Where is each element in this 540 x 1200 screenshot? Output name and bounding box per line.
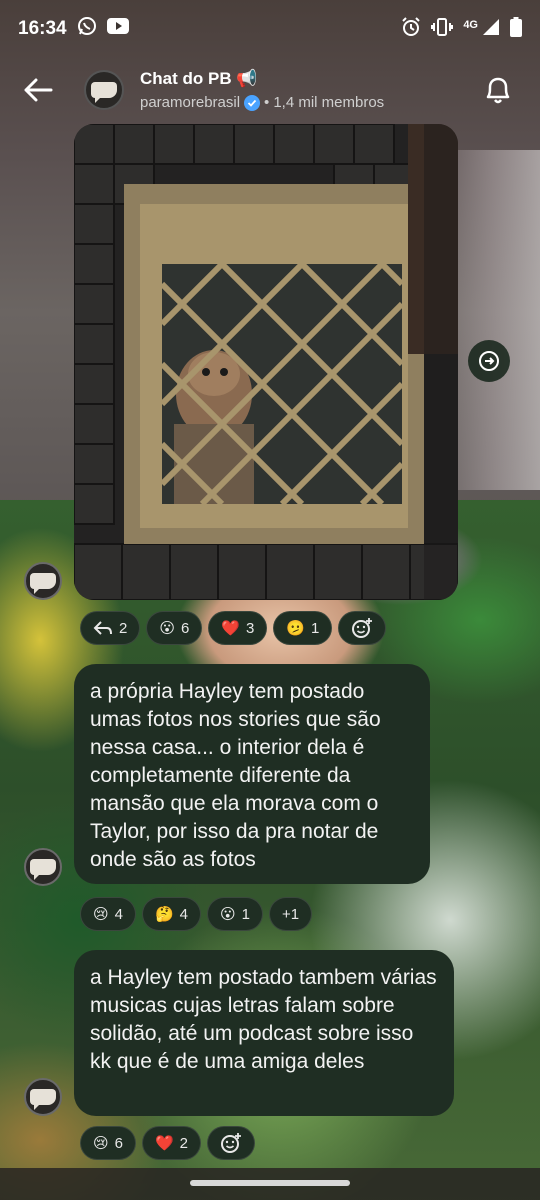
add-reaction-button[interactable] [338,611,387,645]
reaction-count: 6 [114,1134,123,1152]
status-time: 16:34 [18,18,67,39]
message-text: a própria Hayley tem postado umas fotos … [90,680,381,871]
battery-icon [510,16,522,42]
message-bubble[interactable]: a própria Hayley tem postado umas fotos … [74,664,430,884]
notifications-button[interactable] [478,70,518,110]
reactions-row: 😢 4 🤔 4 😮 1 +1 [80,897,313,931]
reaction-chip[interactable]: 🤔 4 [141,897,202,931]
sender-avatar[interactable] [24,848,62,886]
message-image[interactable] [74,124,458,600]
house-window-photo [74,124,458,600]
channel-subtitle: paramorebrasil • 1,4 mil membros [140,94,384,111]
speech-bubble-logo-icon [30,859,56,880]
signal-icon [482,18,500,41]
reaction-chip[interactable]: 😢 4 [80,897,136,931]
alarm-icon [401,16,421,42]
reaction-emoji: 😮 [220,905,236,923]
reaction-chip[interactable]: ❤️ 3 [208,611,268,645]
reaction-count: 6 [180,619,190,637]
add-emoji-icon [221,1133,242,1153]
reaction-count: 1 [241,905,250,923]
reaction-chip[interactable]: 😢 6 [80,1126,136,1160]
reaction-count: 4 [179,905,189,923]
reaction-emoji: 😮 [159,619,175,637]
verified-badge-icon [244,94,261,111]
reaction-count: +1 [282,905,300,923]
reaction-emoji: 😢 [93,1134,109,1152]
add-reaction-button[interactable] [207,1126,256,1160]
message-bubble[interactable]: a Hayley tem postado tambem várias music… [74,950,454,1116]
speech-bubble-logo-icon [30,1089,56,1110]
reaction-chip[interactable]: 😮 1 [207,897,263,931]
reaction-emoji: ❤️ [154,1134,174,1152]
channel-title: Chat do PB 📢 [140,69,258,88]
sender-avatar[interactable] [24,562,62,600]
status-bar: 16:34 4G [0,0,540,58]
reactions-row: 2 😮 6 ❤️ 3 🫤 1 [80,611,387,645]
reaction-count: 1 [311,619,320,637]
reply-count-chip[interactable]: 2 [80,611,141,645]
reaction-chip[interactable]: 😮 6 [146,611,203,645]
forward-button[interactable] [468,340,510,382]
arrow-left-icon [24,78,53,102]
network-type: 4G [463,19,478,31]
channel-avatar[interactable] [84,70,124,110]
back-button[interactable] [6,58,70,122]
reactions-row: 😢 6 ❤️ 2 [80,1126,256,1160]
channel-handle: paramorebrasil [140,94,241,111]
reaction-emoji: ❤️ [221,619,241,637]
whatsapp-icon [77,16,97,42]
youtube-icon [106,18,129,40]
message-list[interactable]: 2 😮 6 ❤️ 3 🫤 1 a própria Hayley tem post… [0,0,540,1200]
subtitle-separator: • [264,94,270,111]
reaction-count: 2 [119,619,128,637]
bell-icon [486,77,510,104]
reply-icon [93,621,112,635]
message-text: a Hayley tem postado tambem várias music… [90,966,437,1073]
speech-bubble-logo-icon [30,573,56,594]
reaction-chip[interactable]: ❤️ 2 [141,1126,202,1160]
gesture-nav-handle[interactable] [190,1180,350,1186]
reaction-count: 4 [114,905,123,923]
vibrate-icon [431,17,454,41]
member-count: 1,4 mil membros [273,94,385,111]
reaction-emoji: 🤔 [154,905,174,923]
channel-header: Chat do PB 📢 paramorebrasil • 1,4 mil me… [0,58,540,122]
reaction-chip[interactable]: 🫤 1 [273,611,333,645]
reaction-count: 3 [246,619,255,637]
more-reactions-chip[interactable]: +1 [269,897,313,931]
reaction-emoji: 🫤 [286,619,306,637]
add-emoji-icon [352,618,373,638]
channel-info[interactable]: Chat do PB 📢 paramorebrasil • 1,4 mil me… [140,69,384,111]
reaction-emoji: 😢 [93,905,109,923]
speech-bubble-logo-icon [91,82,117,103]
reaction-count: 2 [179,1134,189,1152]
forward-icon [479,351,499,371]
sender-avatar[interactable] [24,1078,62,1116]
